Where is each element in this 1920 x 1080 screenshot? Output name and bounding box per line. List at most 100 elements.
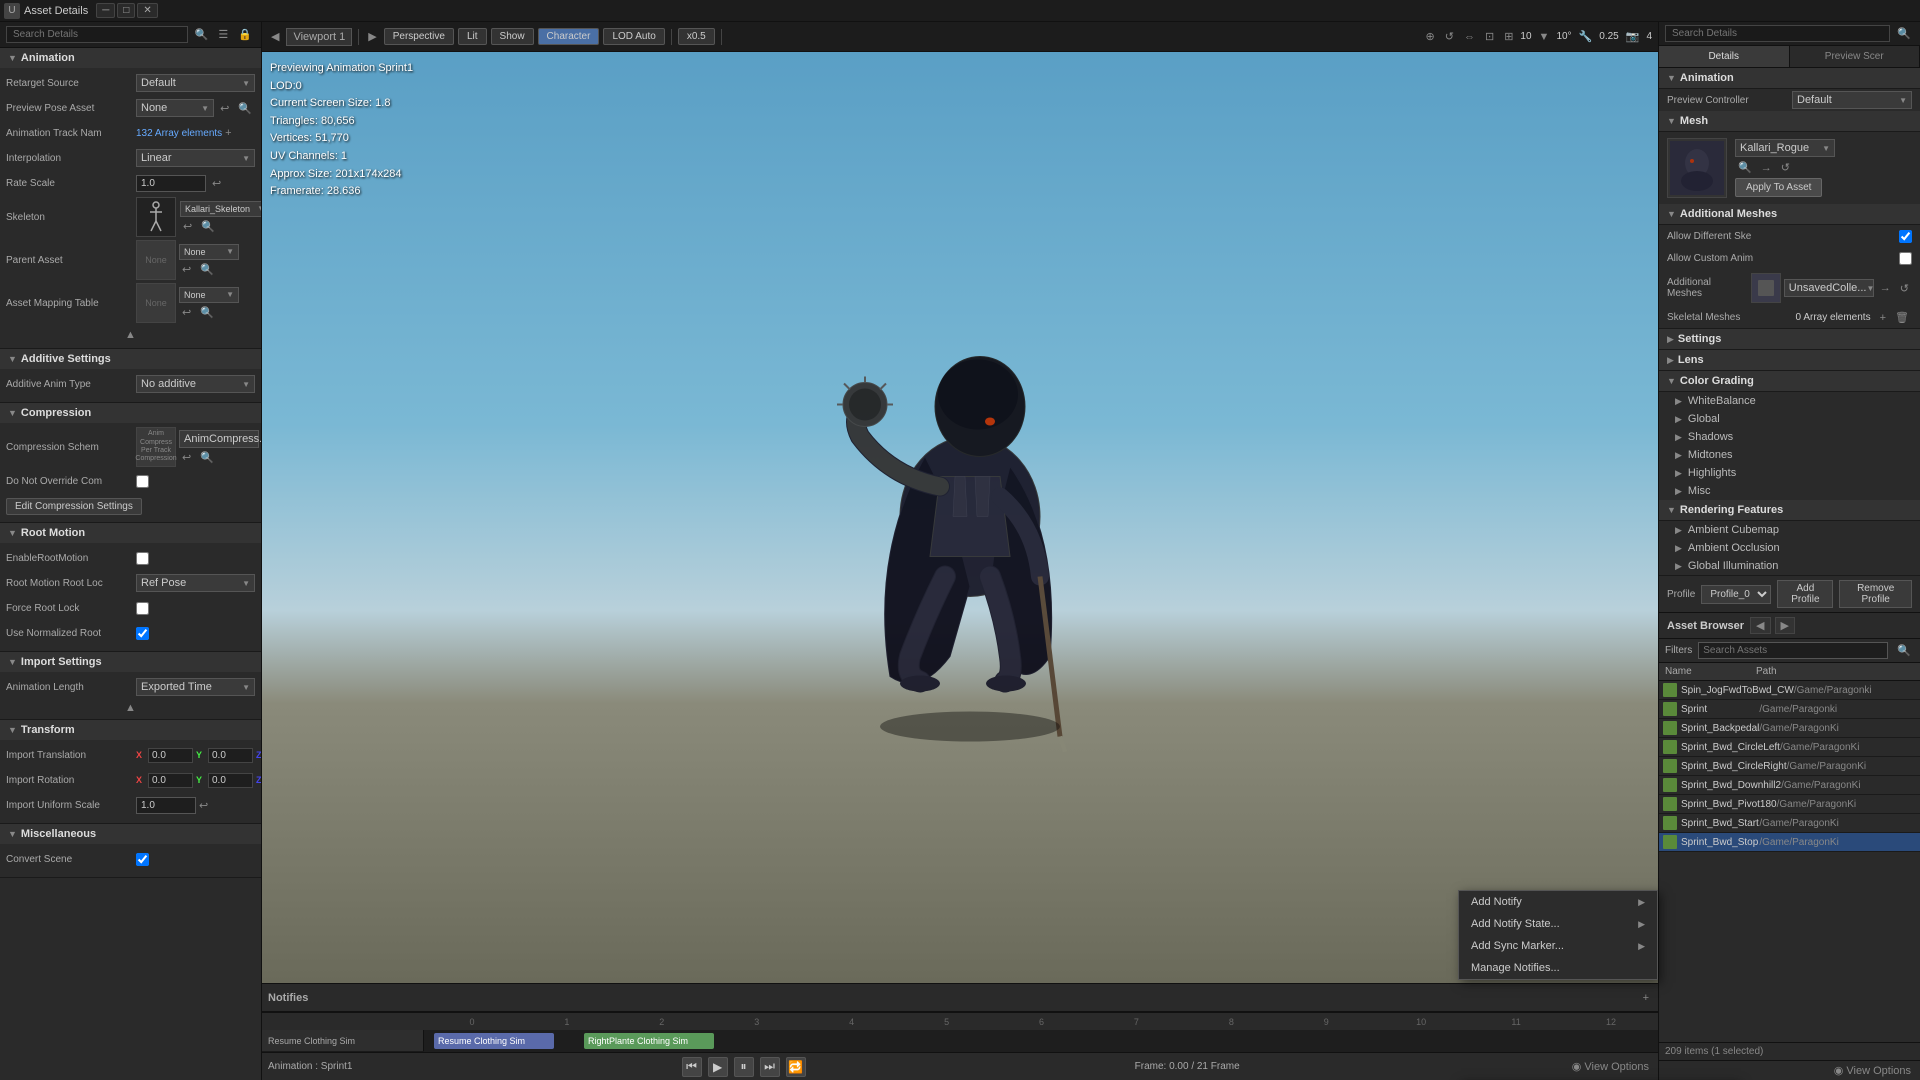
right-search-btn[interactable]: 🔍	[1894, 26, 1914, 41]
do-not-override-checkbox[interactable]	[136, 475, 149, 488]
vp-grid-btn[interactable]: ▼	[1536, 30, 1553, 44]
r-skel-add-btn[interactable]: +	[1877, 310, 1889, 325]
close-btn[interactable]: ✕	[137, 3, 157, 18]
vp-tool3[interactable]: ⇔	[1461, 30, 1478, 44]
additive-header[interactable]: ▼ Additive Settings	[0, 349, 261, 369]
rf-ambient-occlusion[interactable]: ▶ Ambient Occlusion	[1659, 539, 1920, 557]
asset-item-8[interactable]: Sprint_Bwd_Stop /Game/ParagonKi	[1659, 833, 1920, 852]
vp-character-btn[interactable]: Character	[538, 28, 600, 45]
r-allow-custom-checkbox[interactable]	[1899, 252, 1912, 265]
r-add-mesh-reload[interactable]: ↺	[1897, 281, 1912, 296]
mesh-reload-btn[interactable]: ↺	[1778, 160, 1793, 175]
vp-lod-btn[interactable]: LOD Auto	[603, 28, 664, 45]
vp-scale-btn[interactable]: x0.5	[678, 28, 715, 45]
use-normalized-checkbox[interactable]	[136, 627, 149, 640]
edit-compression-btn[interactable]: Edit Compression Settings	[6, 498, 142, 515]
skeleton-search[interactable]: 🔍	[198, 219, 218, 234]
r-color-grading-header[interactable]: ▼ Color Grading	[1659, 371, 1920, 392]
rotation-x[interactable]	[148, 773, 193, 788]
asset-item-2[interactable]: Sprint_Backpedal /Game/ParagonKi	[1659, 719, 1920, 738]
r-animation-header[interactable]: ▼ Animation	[1659, 68, 1920, 89]
play-step-btn[interactable]: ⏭	[760, 1057, 780, 1077]
r-mesh-header[interactable]: ▼ Mesh	[1659, 111, 1920, 132]
left-lock-btn[interactable]: 🔒	[235, 27, 255, 42]
asset-item-5[interactable]: Sprint_Bwd_Downhill2 /Game/ParagonKi	[1659, 776, 1920, 795]
preview-pose-dropdown[interactable]: None ▼	[136, 99, 214, 117]
root-motion-header[interactable]: ▼ Root Motion	[0, 523, 261, 543]
asset-item-4[interactable]: Sprint_Bwd_CircleRight /Game/ParagonKi	[1659, 757, 1920, 776]
asset-nav-back[interactable]: ◀	[1750, 617, 1770, 634]
asset-mapping-reset[interactable]: ↩	[179, 305, 194, 320]
skeleton-dropdown[interactable]: Kallari_Skeleton ▼	[180, 201, 262, 217]
play-btn[interactable]: ▶	[708, 1057, 728, 1077]
anim-type-dropdown[interactable]: No additive ▼	[136, 375, 255, 393]
track-item-right-plant[interactable]: RightPlante Clothing Sim	[584, 1033, 714, 1049]
ctx-add-notify-state[interactable]: Add Notify State... ▶	[1459, 913, 1657, 935]
asset-view-options-btn[interactable]: ◉ View Options	[1831, 1063, 1914, 1078]
translation-y[interactable]	[208, 748, 253, 763]
asset-item-3[interactable]: Sprint_Bwd_CircleLeft /Game/ParagonKi	[1659, 738, 1920, 757]
r-add-mesh-arrow[interactable]: →	[1877, 281, 1894, 295]
view-options-btn[interactable]: ◉ View Options	[1569, 1059, 1652, 1074]
r-settings-header[interactable]: ▶ Settings	[1659, 329, 1920, 350]
asset-mapping-search[interactable]: 🔍	[197, 305, 217, 320]
tab-details[interactable]: Details	[1659, 46, 1790, 67]
apply-to-asset-btn[interactable]: Apply To Asset	[1735, 178, 1822, 197]
enable-root-motion-checkbox[interactable]	[136, 552, 149, 565]
transform-header[interactable]: ▼ Transform	[0, 720, 261, 740]
scheme-dropdown[interactable]: AnimCompress... ▼	[179, 430, 259, 448]
left-view-btn[interactable]: ☰	[215, 27, 231, 42]
viewport-back-btn[interactable]: ◀	[268, 29, 282, 44]
import-settings-header[interactable]: ▼ Import Settings	[0, 652, 261, 672]
r-lens-header[interactable]: ▶ Lens	[1659, 350, 1920, 371]
track-item-resume[interactable]: Resume Clothing Sim	[434, 1033, 554, 1049]
ctx-manage-notifies[interactable]: Manage Notifies...	[1459, 957, 1657, 979]
vp-tool1[interactable]: ⊕	[1423, 29, 1438, 44]
cg-global[interactable]: ▶ Global	[1659, 410, 1920, 428]
ctx-add-notify[interactable]: Add Notify ▶	[1459, 891, 1657, 913]
remove-profile-btn[interactable]: Remove Profile	[1839, 580, 1912, 608]
add-profile-btn[interactable]: Add Profile	[1777, 580, 1833, 608]
cg-shadows[interactable]: ▶ Shadows	[1659, 428, 1920, 446]
asset-item-6[interactable]: Sprint_Bwd_Pivot180 /Game/ParagonKi	[1659, 795, 1920, 814]
track-add-btn[interactable]: +	[222, 126, 234, 140]
interpolation-dropdown[interactable]: Linear ▼	[136, 149, 255, 167]
misc-header[interactable]: ▼ Miscellaneous	[0, 824, 261, 844]
viewport-area[interactable]: Previewing Animation Sprint1 LOD:0 Curre…	[262, 52, 1658, 983]
rotation-y[interactable]	[208, 773, 253, 788]
play-loop-btn[interactable]: 🔁	[786, 1057, 806, 1077]
vp-angle-btn[interactable]: 🔧	[1576, 29, 1596, 44]
rate-scale-reset[interactable]: ↩	[209, 176, 224, 191]
vp-perspective-btn[interactable]: Perspective	[384, 28, 454, 45]
r-add-mesh-dropdown[interactable]: UnsavedColle... ▼	[1784, 279, 1874, 297]
vp-tool2[interactable]: ↺	[1442, 29, 1457, 44]
asset-nav-fwd[interactable]: ▶	[1775, 617, 1795, 634]
play-prev-btn[interactable]: ⏮	[682, 1057, 702, 1077]
left-search-btn[interactable]: 🔍	[192, 27, 212, 42]
root-lock-dropdown[interactable]: Ref Pose ▼	[136, 574, 255, 592]
translation-x[interactable]	[148, 748, 193, 763]
r-mesh-dropdown[interactable]: Kallari_Rogue ▼	[1735, 139, 1835, 157]
uniform-scale-reset[interactable]: ↩	[196, 798, 211, 813]
play-pause-btn[interactable]: ⏸	[734, 1057, 754, 1077]
scheme-reset[interactable]: ↩	[179, 450, 194, 465]
cg-midtones[interactable]: ▶ Midtones	[1659, 446, 1920, 464]
r-preview-controller-dropdown[interactable]: Default ▼	[1792, 91, 1912, 109]
ctx-add-sync-marker[interactable]: Add Sync Marker... ▶	[1459, 935, 1657, 957]
timeline-add-btn[interactable]: +	[1640, 991, 1652, 1005]
skeleton-reset[interactable]: ↩	[180, 219, 195, 234]
vp-show-btn[interactable]: Show	[491, 28, 534, 45]
compression-header[interactable]: ▼ Compression	[0, 403, 261, 423]
cg-highlights[interactable]: ▶ Highlights	[1659, 464, 1920, 482]
convert-scene-checkbox[interactable]	[136, 853, 149, 866]
vp-tool5[interactable]: ⊞	[1501, 29, 1516, 44]
asset-search-btn[interactable]: 🔍	[1894, 643, 1914, 658]
asset-item-7[interactable]: Sprint_Bwd_Start /Game/ParagonKi	[1659, 814, 1920, 833]
parent-asset-search[interactable]: 🔍	[197, 262, 217, 277]
vp-tool4[interactable]: ⊡	[1482, 29, 1497, 44]
rf-global-illumination[interactable]: ▶ Global Illumination	[1659, 557, 1920, 575]
r-add-meshes-header[interactable]: ▼ Additional Meshes	[1659, 204, 1920, 225]
asset-item-0[interactable]: Spin_JogFwdToBwd_CW /Game/Paragonki	[1659, 681, 1920, 700]
asset-search-input[interactable]	[1698, 642, 1888, 659]
mesh-browse-btn[interactable]: 🔍	[1735, 160, 1755, 175]
